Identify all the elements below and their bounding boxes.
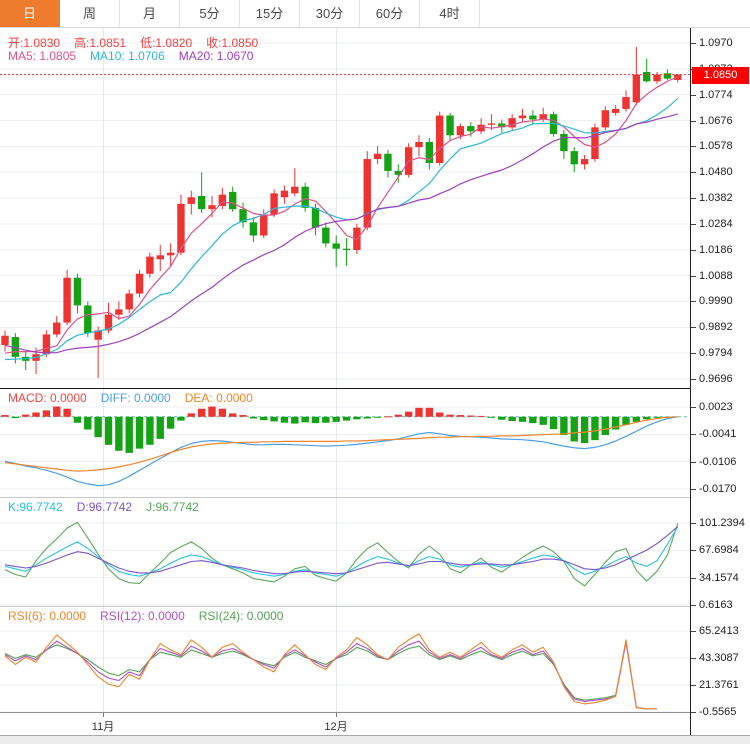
y-axis-label: 101.2394: [691, 517, 745, 529]
y-axis-label: 67.6984: [691, 544, 739, 556]
y-axis-label: 21.3761: [691, 679, 739, 691]
tab-30min[interactable]: 30分: [300, 0, 360, 27]
x-axis-label: 12月: [324, 718, 347, 734]
y-axis-label: 43.3087: [691, 652, 739, 664]
ohlc-value: 低:1.0820: [140, 36, 192, 50]
macd-value: DEA: 0.0000: [185, 391, 253, 405]
y-axis-label: 1.0578: [691, 140, 733, 152]
y-axis-label: 0.0023: [691, 401, 733, 413]
tab-month[interactable]: 月: [120, 0, 180, 27]
y-axis-label: -0.0170: [691, 483, 736, 495]
ohlc-value: 收:1.0850: [206, 36, 258, 50]
ma-value: MA10: 1.0706: [90, 49, 165, 63]
tab-5min[interactable]: 5分: [180, 0, 240, 27]
kdj-readout: K:96.7742 D:96.7742 J:96.7742: [8, 500, 213, 514]
ohlc-value: 开:1.0830: [8, 36, 60, 50]
ma-value: MA20: 1.0670: [179, 49, 254, 63]
tick-dash: [691, 489, 696, 490]
tick-dash: [691, 301, 696, 302]
y-axis-label: 0.9794: [691, 347, 733, 359]
tab-15min[interactable]: 15分: [240, 0, 300, 27]
tick-dash: [691, 631, 696, 632]
tick-dash: [691, 550, 696, 551]
tick-dash: [691, 198, 696, 199]
tick-dash: [691, 121, 696, 122]
y-axis-label: 34.1574: [691, 572, 739, 584]
y-axis-label: 1.0774: [691, 89, 733, 101]
kdj-value: K:96.7742: [8, 500, 63, 514]
bottom-bar: [0, 736, 750, 744]
kdj-panel: K:96.7742 D:96.7742 J:96.7742: [0, 498, 690, 606]
rsi-panel: RSI(6): 0.0000 RSI(12): 0.0000 RSI(24): 0.…: [0, 607, 690, 712]
tick-dash: [691, 434, 696, 435]
x-axis-label: 11月: [92, 718, 114, 734]
y-axis-label: 0.9892: [691, 321, 733, 333]
y-axis-label: 1.0088: [691, 270, 733, 282]
tick-dash: [691, 578, 696, 579]
y-axis-label: 0.6163: [691, 599, 733, 611]
tab-4hour[interactable]: 4时: [420, 0, 480, 27]
rsi-value: RSI(12): 0.0000: [100, 609, 185, 623]
y-axis-label: -0.5565: [691, 706, 736, 718]
price-axis: 1.0850 1.09701.08721.07741.06761.05781.0…: [690, 28, 750, 735]
tick-dash: [691, 407, 696, 408]
panel-separator: [0, 606, 750, 607]
tick-dash: [691, 685, 696, 686]
ohlc-value: 高:1.0851: [74, 36, 126, 50]
y-axis-label: -0.0106: [691, 456, 736, 468]
y-axis-label: -0.0041: [691, 428, 736, 440]
y-axis-label: 1.0970: [691, 37, 733, 49]
tick-dash: [691, 327, 696, 328]
rsi-value: RSI(6): 0.0000: [8, 609, 86, 623]
macd-panel: MACD: 0.0000 DIFF: 0.0000 DEA: 0.0000: [0, 389, 690, 497]
tick-dash: [691, 43, 696, 44]
y-axis-label: 0.9696: [691, 373, 733, 385]
tab-week[interactable]: 周: [60, 0, 120, 27]
tick-dash: [691, 523, 696, 524]
current-price-badge: 1.0850: [692, 67, 749, 84]
tick-dash: [691, 276, 696, 277]
tick-dash: [691, 658, 696, 659]
tick-dash: [691, 605, 696, 606]
macd-value: MACD: 0.0000: [8, 391, 87, 405]
kdj-canvas[interactable]: [0, 498, 690, 606]
tab-60min[interactable]: 60分: [360, 0, 420, 27]
panel-separator: [0, 497, 750, 498]
tick-dash: [691, 172, 696, 173]
y-axis-label: 1.0676: [691, 115, 733, 127]
tick-dash: [691, 353, 696, 354]
kdj-value: J:96.7742: [146, 500, 199, 514]
macd-canvas[interactable]: [0, 389, 690, 497]
main-chart-panel: 开:1.0830 高:1.0851 低:1.0820 收:1.0850 MA5: 1.…: [0, 28, 690, 388]
y-axis-label: 1.0284: [691, 218, 733, 230]
tick-dash: [691, 250, 696, 251]
ma-readout: MA5: 1.0805 MA10: 1.0706 MA20: 1.0670: [8, 49, 267, 63]
timeframe-tabs: 日周月5分15分30分60分4时: [0, 0, 750, 28]
y-axis-label: 0.9990: [691, 295, 733, 307]
panel-separator: [0, 388, 750, 389]
macd-readout: MACD: 0.0000 DIFF: 0.0000 DEA: 0.0000: [8, 391, 267, 405]
kline-chart-app: 日周月5分15分30分60分4时 开:1.0830 高:1.0851 低:1.082…: [0, 0, 750, 744]
tick-dash: [691, 462, 696, 463]
rsi-value: RSI(24): 0.0000: [199, 609, 284, 623]
y-axis-label: 65.2413: [691, 625, 739, 637]
tab-day[interactable]: 日: [0, 0, 60, 27]
tick-dash: [691, 224, 696, 225]
ma-value: MA5: 1.0805: [8, 49, 76, 63]
tick-dash: [691, 146, 696, 147]
y-axis-label: 1.0382: [691, 192, 733, 204]
tick-dash: [691, 712, 696, 713]
main-chart-canvas[interactable]: [0, 28, 690, 388]
y-axis-label: 1.0480: [691, 166, 733, 178]
tick-dash: [691, 379, 696, 380]
kdj-value: D:96.7742: [77, 500, 132, 514]
x-axis: 11月 12月: [0, 713, 690, 735]
y-axis-label: 1.0186: [691, 244, 733, 256]
tick-dash: [691, 95, 696, 96]
macd-value: DIFF: 0.0000: [101, 391, 171, 405]
rsi-readout: RSI(6): 0.0000 RSI(12): 0.0000 RSI(24): 0.…: [8, 609, 297, 623]
x-tick-mark: [103, 713, 104, 717]
x-tick-mark: [336, 713, 337, 717]
